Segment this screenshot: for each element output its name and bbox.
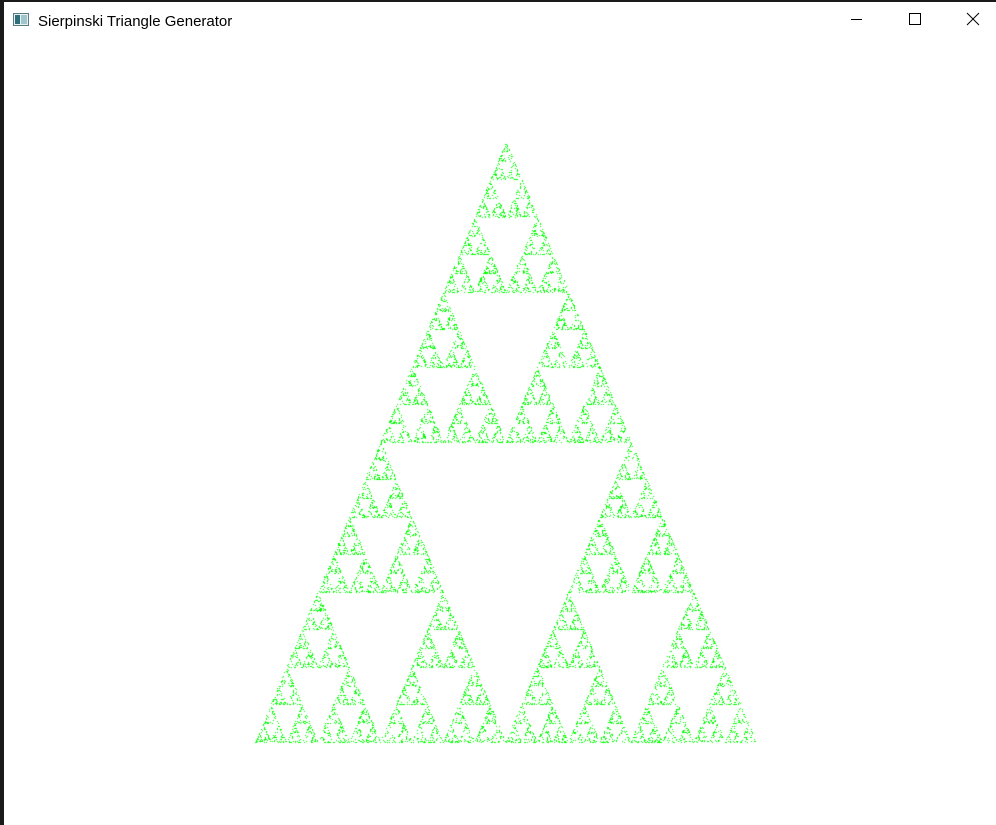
sierpinski-triangle-canvas: [4, 40, 996, 825]
close-icon: [966, 12, 980, 31]
drawing-canvas-area: [4, 40, 996, 825]
window-edge-marks: [0, 542, 4, 562]
app-icon: [13, 13, 29, 26]
maximize-icon: [909, 12, 921, 30]
window-title: Sierpinski Triangle Generator: [38, 13, 233, 30]
close-button[interactable]: [950, 2, 996, 40]
title-bar[interactable]: Sierpinski Triangle Generator: [4, 2, 996, 40]
app-window: Sierpinski Triangle Generator: [0, 0, 996, 825]
minimize-icon: [851, 12, 863, 30]
minimize-button[interactable]: [834, 2, 880, 40]
maximize-button[interactable]: [892, 2, 938, 40]
